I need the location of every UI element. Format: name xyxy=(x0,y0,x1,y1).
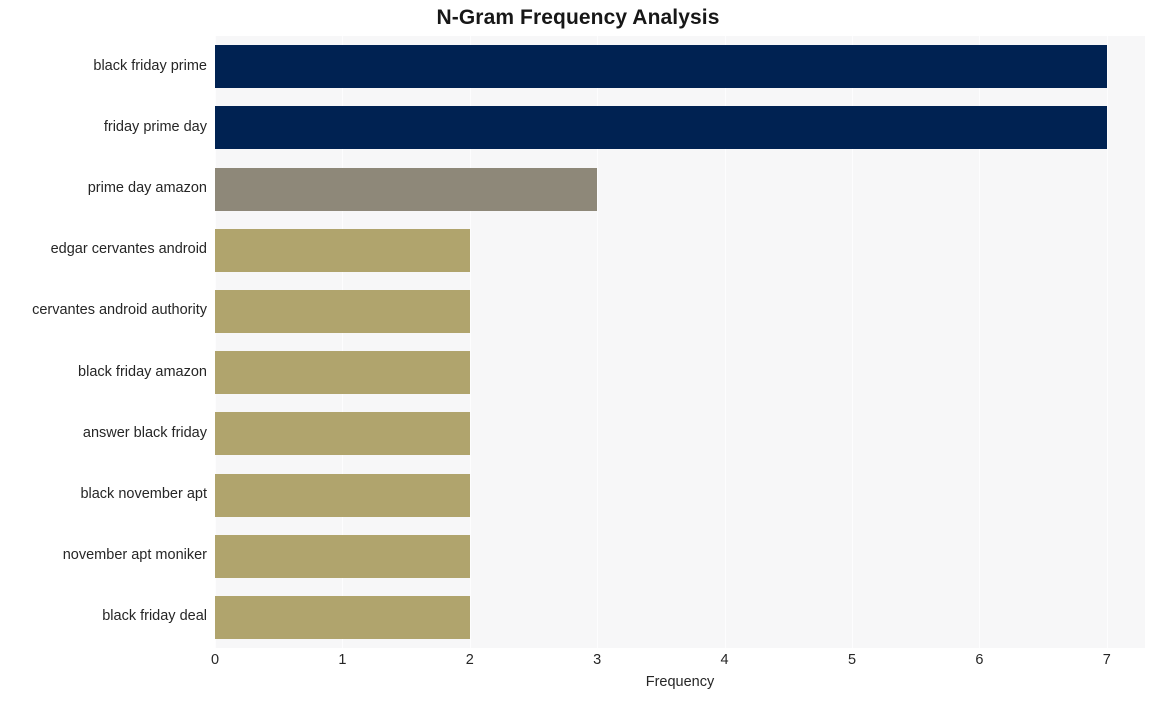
bar[interactable] xyxy=(215,473,470,517)
plot-area xyxy=(215,36,1145,648)
bar[interactable] xyxy=(215,228,470,272)
y-tick-label: cervantes android authority xyxy=(32,302,207,319)
y-tick-label: answer black friday xyxy=(82,424,207,441)
chart-figure: N-Gram Frequency Analysis black friday p… xyxy=(0,0,1156,701)
bars-layer xyxy=(215,36,1145,648)
x-axis-tick-labels: 0 1 2 3 4 5 6 7 xyxy=(0,652,1156,674)
y-tick-label: prime day amazon xyxy=(87,180,207,196)
bar[interactable] xyxy=(215,595,470,639)
y-tick-label: black november apt xyxy=(80,486,207,502)
bar[interactable] xyxy=(215,106,1107,150)
x-axis-title: Frequency xyxy=(645,674,715,690)
x-tick-label: 6 xyxy=(975,652,984,668)
x-tick-label: 5 xyxy=(847,652,857,668)
y-axis-tick-labels: black friday prime friday prime day prime … xyxy=(0,36,207,648)
x-tick-label: 2 xyxy=(465,652,474,668)
y-tick-label: november apt moniker xyxy=(62,547,207,564)
y-tick-label: black friday prime xyxy=(93,57,207,74)
y-tick-label: edgar cervantes android xyxy=(50,241,207,258)
x-tick-label: 7 xyxy=(1102,652,1111,668)
y-tick-label: friday prime day xyxy=(103,118,207,135)
bar[interactable] xyxy=(215,412,470,456)
bar[interactable] xyxy=(215,167,598,211)
x-tick-label: 0 xyxy=(210,652,220,668)
bar[interactable] xyxy=(215,289,470,333)
x-tick-label: 4 xyxy=(720,652,729,668)
x-tick-label: 3 xyxy=(593,652,602,668)
bar[interactable] xyxy=(215,534,470,578)
bar[interactable] xyxy=(215,351,470,395)
chart-title: N-Gram Frequency Analysis xyxy=(436,6,720,29)
x-tick-label: 1 xyxy=(338,652,347,668)
y-tick-label: black friday deal xyxy=(102,608,207,625)
y-tick-label: black friday amazon xyxy=(78,363,207,380)
bar[interactable] xyxy=(215,45,1107,89)
